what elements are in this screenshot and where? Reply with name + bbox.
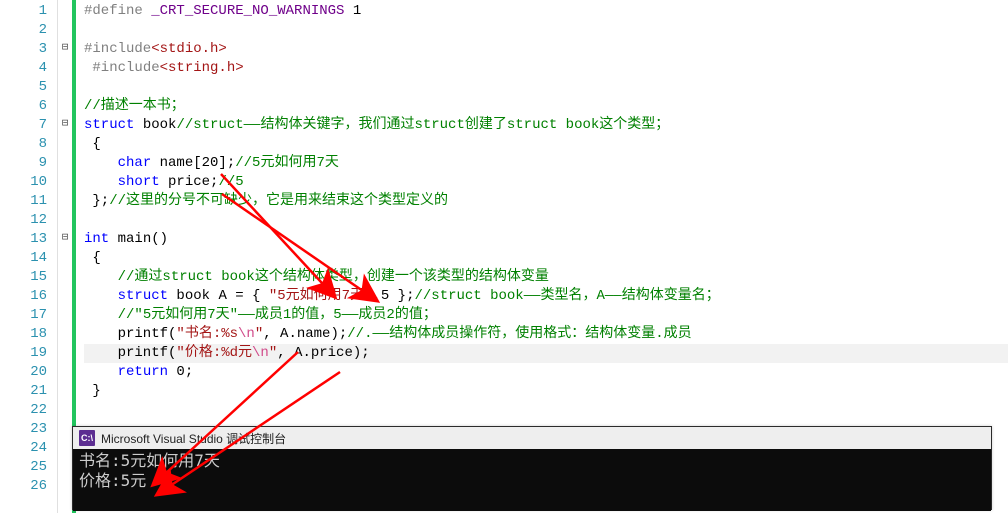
code-line[interactable]: { bbox=[84, 135, 1008, 154]
vs-icon: C:\ bbox=[79, 430, 95, 446]
line-number: 19 bbox=[0, 344, 47, 363]
line-number: 22 bbox=[0, 401, 47, 420]
line-number: 21 bbox=[0, 382, 47, 401]
line-number: 2 bbox=[0, 21, 47, 40]
fold-toggle[interactable]: ⊟ bbox=[58, 42, 72, 56]
line-number: 1 bbox=[0, 2, 47, 21]
console-line: 书名:5元如何用7天 bbox=[79, 451, 985, 471]
line-number: 15 bbox=[0, 268, 47, 287]
line-number: 16 bbox=[0, 287, 47, 306]
code-line[interactable]: printf("价格:%d元\n", A.price); bbox=[84, 344, 1008, 363]
code-line[interactable]: //通过struct book这个结构体类型，创建一个该类型的结构体变量 bbox=[84, 268, 1008, 287]
fold-margin: ⊟ ⊟ ⊟ bbox=[58, 0, 72, 513]
line-number: 10 bbox=[0, 173, 47, 192]
code-line[interactable]: //"5元如何用7天"——成员1的值，5——成员2的值； bbox=[84, 306, 1008, 325]
code-line[interactable] bbox=[84, 211, 1008, 230]
code-line[interactable]: //描述一本书； bbox=[84, 97, 1008, 116]
line-number: 17 bbox=[0, 306, 47, 325]
code-line[interactable]: } bbox=[84, 382, 1008, 401]
fold-toggle[interactable]: ⊟ bbox=[58, 118, 72, 132]
console-line: 价格:5元 bbox=[79, 471, 985, 491]
line-number: 25 bbox=[0, 458, 47, 477]
line-number: 23 bbox=[0, 420, 47, 439]
code-line[interactable]: #include<stdio.h> bbox=[84, 40, 1008, 59]
line-number: 13 bbox=[0, 230, 47, 249]
code-line[interactable]: int main() bbox=[84, 230, 1008, 249]
line-number: 4 bbox=[0, 59, 47, 78]
line-number: 3 bbox=[0, 40, 47, 59]
console-titlebar[interactable]: C:\ Microsoft Visual Studio 调试控制台 bbox=[73, 427, 991, 449]
line-number: 8 bbox=[0, 135, 47, 154]
debug-console-window: C:\ Microsoft Visual Studio 调试控制台 书名:5元如… bbox=[72, 426, 992, 510]
code-line[interactable] bbox=[84, 78, 1008, 97]
code-line[interactable]: #include<string.h> bbox=[84, 59, 1008, 78]
line-number: 20 bbox=[0, 363, 47, 382]
code-line[interactable] bbox=[84, 21, 1008, 40]
code-line[interactable]: };//这里的分号不可缺少，它是用来结束这个类型定义的 bbox=[84, 192, 1008, 211]
line-number: 12 bbox=[0, 211, 47, 230]
code-line[interactable]: printf("书名:%s\n", A.name);//.——结构体成员操作符，… bbox=[84, 325, 1008, 344]
code-line[interactable]: { bbox=[84, 249, 1008, 268]
line-number: 18 bbox=[0, 325, 47, 344]
line-number-gutter: 1234567891011121314151617181920212223242… bbox=[0, 0, 58, 513]
console-title-text: Microsoft Visual Studio 调试控制台 bbox=[101, 430, 286, 447]
line-number: 7 bbox=[0, 116, 47, 135]
line-number: 5 bbox=[0, 78, 47, 97]
line-number: 14 bbox=[0, 249, 47, 268]
line-number: 11 bbox=[0, 192, 47, 211]
code-line[interactable]: struct book//struct——结构体关键字，我们通过struct创建… bbox=[84, 116, 1008, 135]
fold-toggle[interactable]: ⊟ bbox=[58, 232, 72, 246]
code-line[interactable]: #define _CRT_SECURE_NO_WARNINGS 1 bbox=[84, 2, 1008, 21]
code-line[interactable]: char name[20];//5元如何用7天 bbox=[84, 154, 1008, 173]
code-line[interactable]: struct book A = { "5元如何用7天",5 };//struct… bbox=[84, 287, 1008, 306]
code-line[interactable]: return 0; bbox=[84, 363, 1008, 382]
code-line[interactable]: short price;//5 bbox=[84, 173, 1008, 192]
line-number: 9 bbox=[0, 154, 47, 173]
code-line[interactable] bbox=[84, 401, 1008, 420]
console-output: 书名:5元如何用7天价格:5元 bbox=[73, 449, 991, 511]
line-number: 26 bbox=[0, 477, 47, 496]
line-number: 6 bbox=[0, 97, 47, 116]
line-number: 24 bbox=[0, 439, 47, 458]
